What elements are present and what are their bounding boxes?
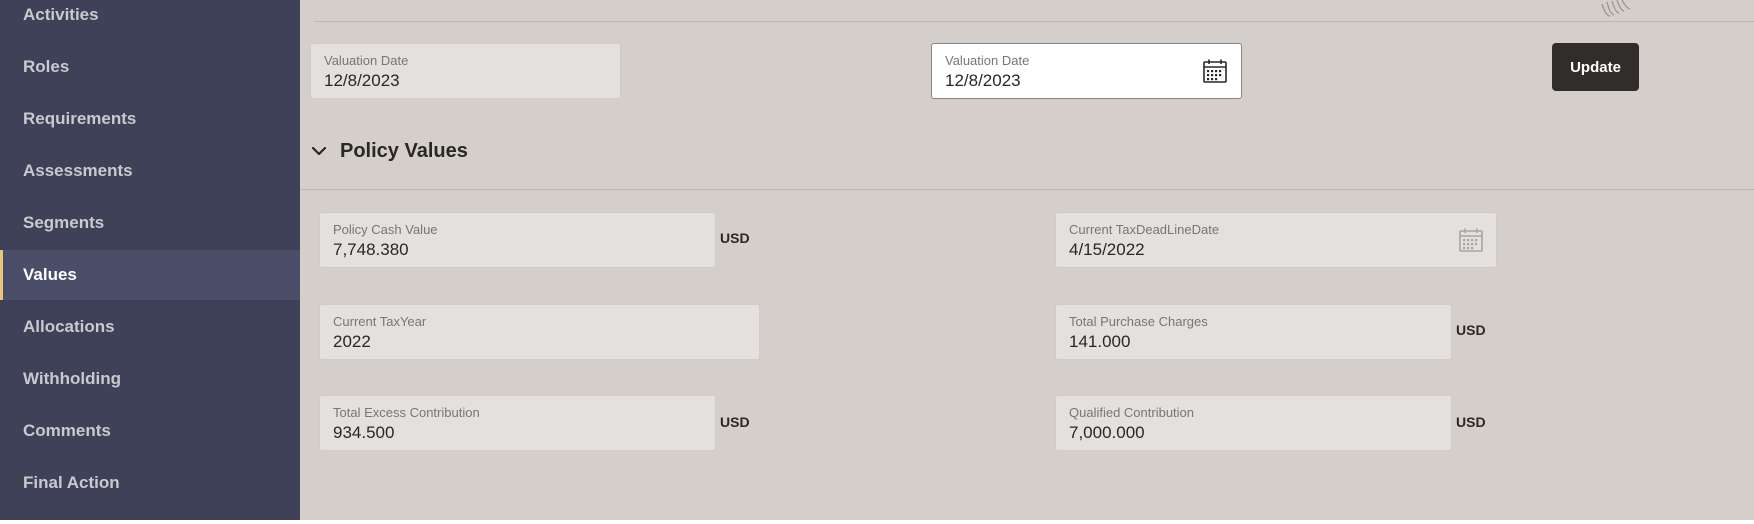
current-tax-year-value: 2022 <box>333 332 371 351</box>
policy-cash-value-unit: USD <box>720 230 750 246</box>
sidebar-item-allocations[interactable]: Allocations <box>0 302 300 352</box>
section-divider <box>300 189 1754 190</box>
current-valuation-date-label: Valuation Date <box>324 53 409 68</box>
bottom-edge <box>0 520 1754 524</box>
top-divider <box>314 21 1754 22</box>
chevron-down-icon <box>311 146 327 156</box>
sidebar-item-segments[interactable]: Segments <box>0 198 300 248</box>
tax-deadline-date-field: Current TaxDeadLineDate 4/15/2022 <box>1055 212 1497 268</box>
qualified-contribution-value: 7,000.000 <box>1069 423 1145 442</box>
total-purchase-charges-value: 141.000 <box>1069 332 1131 351</box>
tax-deadline-date-label: Current TaxDeadLineDate <box>1069 222 1220 237</box>
qualified-contribution-unit: USD <box>1456 414 1486 430</box>
tax-deadline-date-value: 4/15/2022 <box>1069 240 1145 259</box>
policy-values-section-toggle[interactable]: Policy Values <box>310 135 468 167</box>
qualified-contribution-label: Qualified Contribution <box>1069 405 1195 420</box>
total-purchase-charges-field: Total Purchase Charges 141.000 <box>1055 304 1452 360</box>
total-purchase-charges-label: Total Purchase Charges <box>1069 314 1208 329</box>
calendar-icon <box>1459 228 1483 252</box>
section-title: Policy Values <box>340 139 468 162</box>
total-excess-contribution-field: Total Excess Contribution 934.500 <box>319 395 716 451</box>
total-excess-contribution-value: 934.500 <box>333 423 395 442</box>
sidebar-item-activities[interactable]: Activities <box>0 0 300 40</box>
valuation-date-input-label: Valuation Date <box>945 53 1030 68</box>
main-content: Valuation Date 12/8/2023 Valuation Date … <box>300 0 1754 520</box>
sidebar-item-final-action[interactable]: Final Action <box>0 458 300 508</box>
current-valuation-date-field: Valuation Date 12/8/2023 <box>310 43 621 99</box>
valuation-date-input[interactable]: Valuation Date 12/8/2023 <box>931 43 1242 99</box>
policy-cash-value-value: 7,748.380 <box>333 240 409 259</box>
sidebar-item-comments[interactable]: Comments <box>0 406 300 456</box>
sidebar-item-requirements[interactable]: Requirements <box>0 94 300 144</box>
current-tax-year-label: Current TaxYear <box>333 314 427 329</box>
calendar-icon[interactable] <box>1202 58 1228 84</box>
fingerprint-icon <box>1601 0 1631 17</box>
sidebar-item-assessments[interactable]: Assessments <box>0 146 300 196</box>
current-tax-year-field: Current TaxYear 2022 <box>319 304 760 360</box>
sidebar: Activities Roles Requirements Assessment… <box>0 0 300 520</box>
qualified-contribution-field: Qualified Contribution 7,000.000 <box>1055 395 1452 451</box>
current-valuation-date-value: 12/8/2023 <box>324 71 400 90</box>
update-button[interactable]: Update <box>1552 43 1639 91</box>
sidebar-item-withholding[interactable]: Withholding <box>0 354 300 404</box>
total-excess-contribution-unit: USD <box>720 414 750 430</box>
total-purchase-charges-unit: USD <box>1456 322 1486 338</box>
sidebar-item-values[interactable]: Values <box>0 250 300 300</box>
valuation-date-input-value[interactable]: 12/8/2023 <box>945 70 1228 92</box>
policy-cash-value-label: Policy Cash Value <box>333 222 438 237</box>
policy-cash-value-field: Policy Cash Value 7,748.380 <box>319 212 716 268</box>
sidebar-item-roles[interactable]: Roles <box>0 42 300 92</box>
total-excess-contribution-label: Total Excess Contribution <box>333 405 480 420</box>
